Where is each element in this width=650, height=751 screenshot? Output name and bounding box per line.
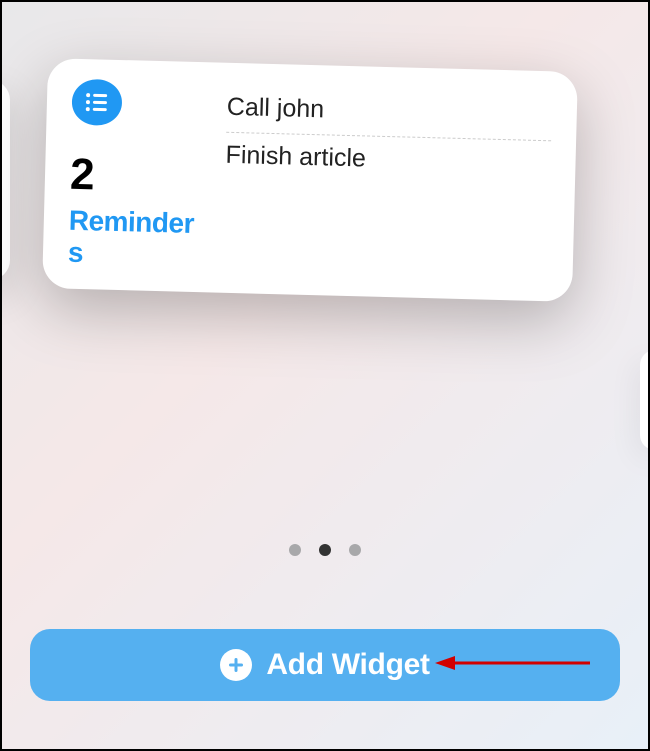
- page-dot[interactable]: [349, 544, 361, 556]
- widget-peek-right[interactable]: [640, 350, 650, 450]
- add-widget-label: Add Widget: [266, 648, 429, 682]
- reminders-label: Reminders: [68, 204, 205, 272]
- reminders-list-icon: [71, 79, 122, 126]
- reminders-count: 2: [69, 152, 205, 200]
- reminders-widget[interactable]: 2 Reminders Call john Finish article: [42, 58, 578, 302]
- reminder-item: Call john: [226, 85, 552, 141]
- add-widget-button[interactable]: Add Widget: [30, 629, 620, 701]
- plus-icon: [220, 649, 252, 681]
- page-dot-active[interactable]: [319, 544, 331, 556]
- widget-summary: 2 Reminders: [68, 79, 208, 272]
- page-indicator[interactable]: [289, 544, 361, 556]
- widget-items: Call john Finish article: [223, 83, 553, 281]
- reminder-item: Finish article: [225, 133, 551, 188]
- widget-peek-left[interactable]: [0, 80, 10, 280]
- page-dot[interactable]: [289, 544, 301, 556]
